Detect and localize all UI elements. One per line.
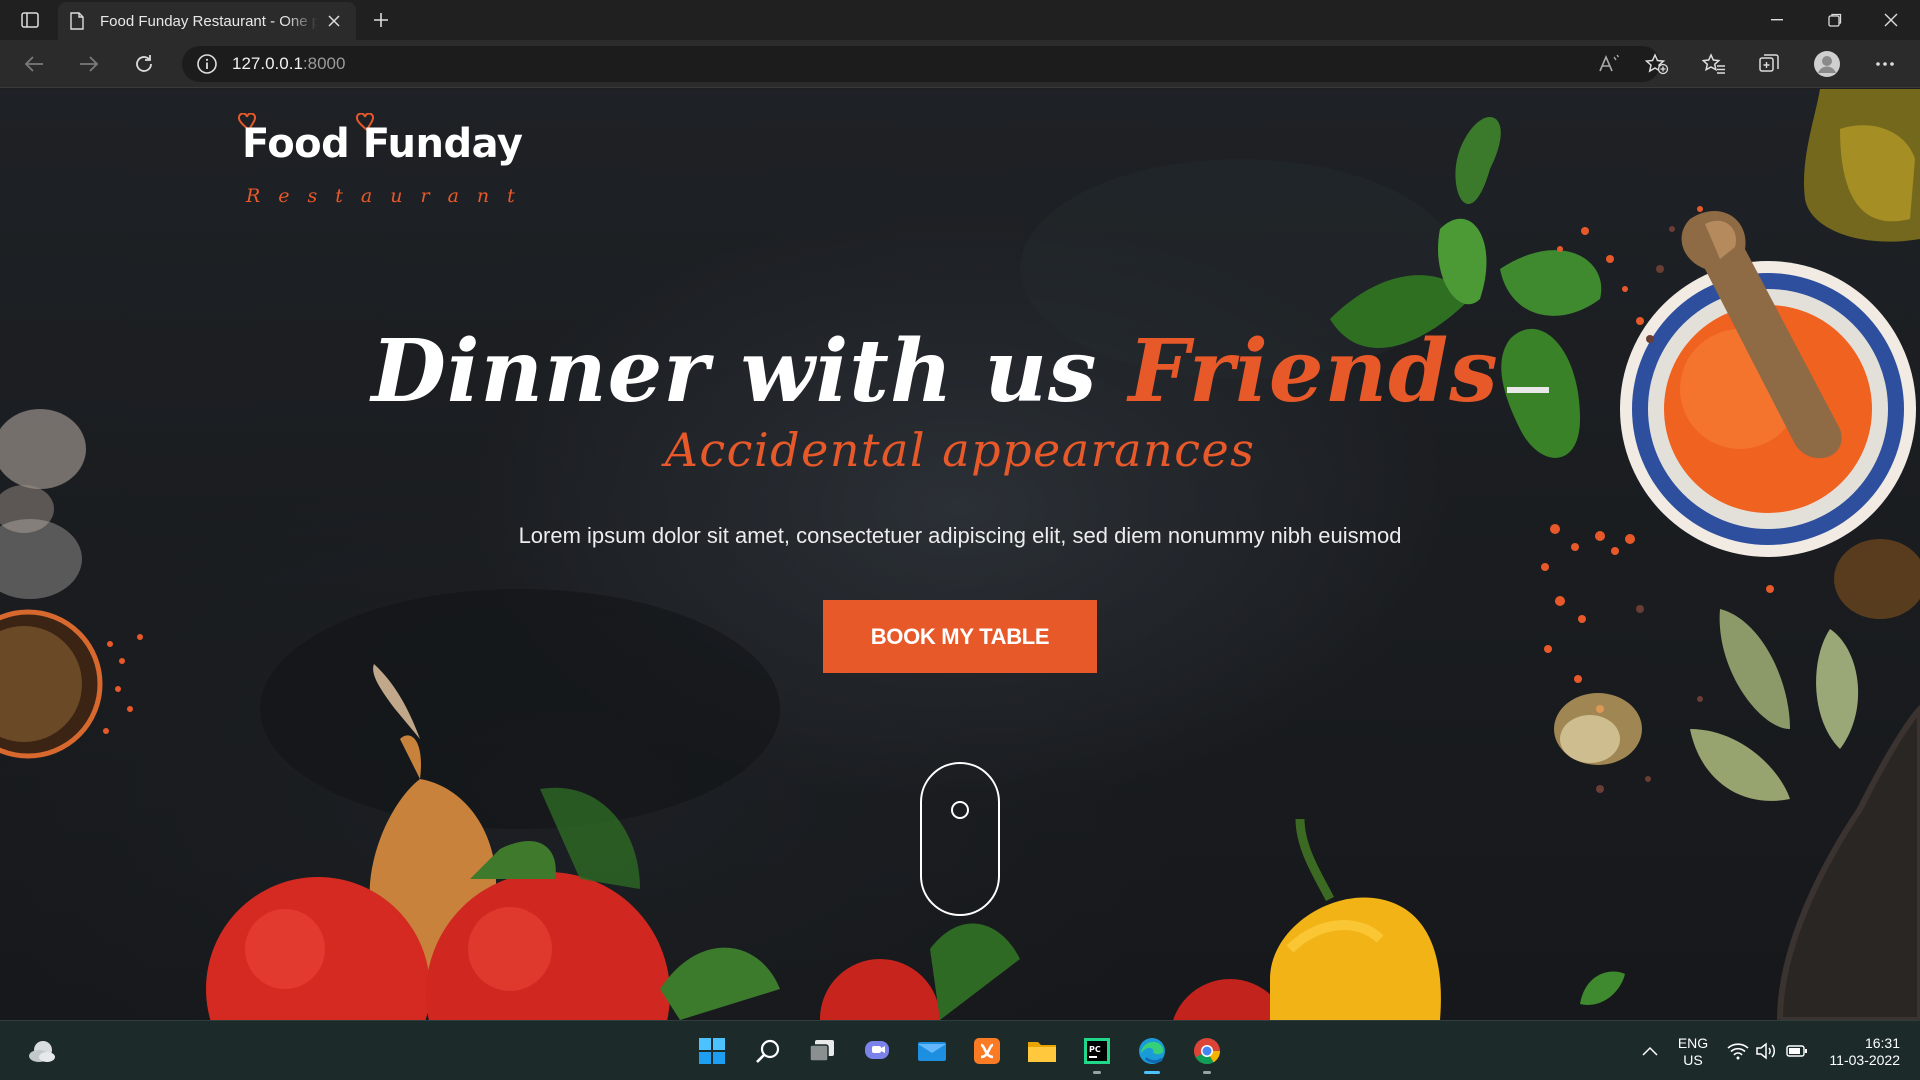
clock-time: 16:31 [1864, 1035, 1900, 1051]
search-icon[interactable] [748, 1031, 788, 1071]
typing-cursor [1506, 387, 1549, 393]
headline-main-text: Dinner with us [371, 321, 1129, 422]
read-aloud-icon[interactable] [1592, 48, 1626, 80]
close-tab-icon[interactable] [324, 11, 344, 31]
forward-icon[interactable] [72, 48, 106, 80]
clock-date: 11-03-2022 [1829, 1052, 1900, 1068]
chat-icon[interactable] [857, 1031, 897, 1071]
close-window-icon[interactable] [1862, 0, 1920, 40]
minimize-icon[interactable] [1748, 0, 1806, 40]
book-my-table-button[interactable]: BOOK MY TABLE [823, 600, 1097, 673]
mail-icon[interactable] [912, 1031, 952, 1071]
scroll-down-indicator[interactable] [920, 762, 1000, 916]
chevron-up-icon[interactable] [1638, 1031, 1662, 1071]
system-clock[interactable]: 16:31 11-03-2022 [1820, 1035, 1900, 1069]
windows-taskbar: PC ENG US 16:31 11-03-2022 [0, 1020, 1920, 1080]
region-code: US [1683, 1052, 1703, 1068]
new-tab-icon[interactable] [368, 8, 394, 32]
svg-text:PC: PC [1089, 1045, 1101, 1054]
add-favorite-icon[interactable] [1640, 48, 1674, 80]
hero-section: Food Funday Restaurant Dinner with us Fr… [0, 89, 1920, 1020]
browser-toolbar: 127.0.0.1:8000 [0, 40, 1920, 88]
page-icon [70, 12, 86, 30]
mouse-wheel-icon [951, 801, 969, 819]
running-indicator [1203, 1071, 1211, 1074]
address-bar[interactable]: 127.0.0.1:8000 [182, 46, 1660, 82]
browser-title-bar: Food Funday Restaurant - One p [0, 0, 1920, 40]
running-indicator [1093, 1071, 1101, 1074]
logo-tagline: Restaurant [246, 185, 533, 207]
collections-icon[interactable] [1752, 48, 1786, 80]
url-host: 127.0.0.1 [232, 54, 303, 73]
hero-subheadline: Accidental appearances [664, 423, 1256, 477]
hero-headline: Dinner with us Friends [0, 321, 1920, 422]
tab-actions-icon[interactable] [14, 8, 46, 32]
xampp-icon[interactable] [967, 1031, 1007, 1071]
restore-icon[interactable] [1806, 0, 1864, 40]
headline-accent-text: Friends [1128, 321, 1499, 422]
tab-title: Food Funday Restaurant - One p [100, 12, 318, 30]
back-icon[interactable] [17, 48, 51, 80]
file-explorer-icon[interactable] [1022, 1031, 1062, 1071]
language-code: ENG [1677, 1035, 1709, 1051]
more-options-icon[interactable] [1868, 48, 1902, 80]
refresh-icon[interactable] [127, 48, 161, 80]
chrome-icon[interactable] [1187, 1031, 1227, 1074]
weather-widget-icon[interactable] [22, 1031, 62, 1071]
logo-wordmark: Food Funday [242, 121, 523, 167]
input-language-indicator[interactable]: ENG US [1676, 1035, 1710, 1069]
task-view-icon[interactable] [802, 1031, 842, 1071]
hero-description: Lorem ipsum dolor sit amet, consectetuer… [518, 523, 1402, 548]
site-logo[interactable]: Food Funday Restaurant [228, 107, 528, 207]
site-info-icon[interactable] [196, 53, 218, 75]
browser-tab[interactable]: Food Funday Restaurant - One p [58, 2, 356, 40]
wifi-icon[interactable] [1726, 1031, 1750, 1071]
url-port: :8000 [302, 54, 346, 73]
edge-icon[interactable] [1132, 1031, 1172, 1074]
profile-avatar-icon[interactable] [1810, 48, 1844, 80]
pycharm-icon[interactable]: PC [1077, 1031, 1117, 1074]
active-indicator [1144, 1071, 1160, 1074]
volume-icon[interactable] [1754, 1031, 1778, 1071]
battery-icon[interactable] [1784, 1031, 1810, 1071]
favorites-icon[interactable] [1697, 48, 1731, 80]
start-icon[interactable] [692, 1031, 732, 1071]
